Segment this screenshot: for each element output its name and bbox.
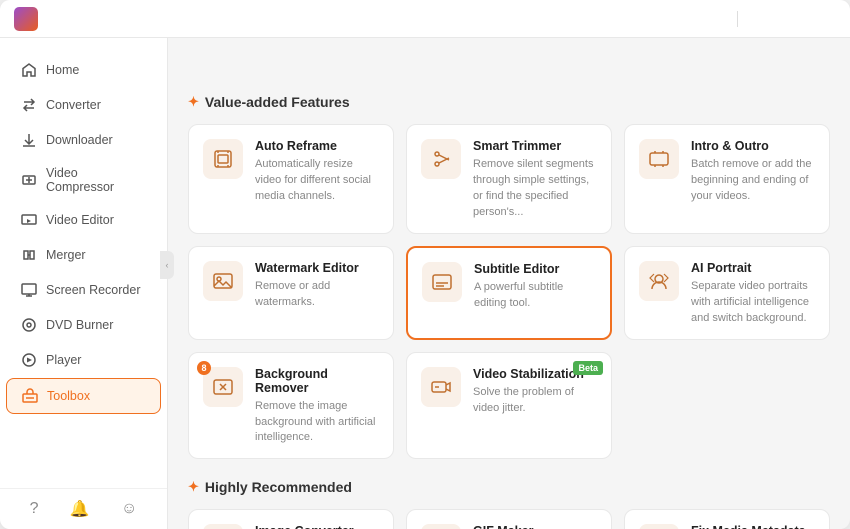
card-icon-ai-portrait <box>639 261 679 301</box>
section-star-icon: ✦ <box>188 94 199 110</box>
sidebar-bottom: ? 🔔 ☺ <box>0 488 167 529</box>
card-smart-trimmer[interactable]: Smart Trimmer Remove silent segments thr… <box>406 124 612 234</box>
app-window: Home Converter Downloader Video Compress… <box>0 0 850 529</box>
card-title-background-remover: Background Remover <box>255 367 379 395</box>
nav-label-video-editor: Video Editor <box>46 213 114 227</box>
app-logo <box>14 7 38 31</box>
downloader-nav-icon <box>20 131 38 149</box>
screen-recorder-nav-icon <box>20 281 38 299</box>
help-icon[interactable]: ? <box>30 500 39 518</box>
video-compressor-nav-icon <box>20 171 38 189</box>
merger-nav-icon <box>20 246 38 264</box>
card-desc-video-stabilization: Solve the problem of video jitter. <box>473 385 597 417</box>
card-watermark-editor[interactable]: Watermark Editor Remove or add watermark… <box>188 246 394 340</box>
card-gif-maker[interactable]: GIF GIF Maker Make GIF from videos or pi… <box>406 509 612 529</box>
toolbox-nav-icon <box>21 387 39 405</box>
card-title-auto-reframe: Auto Reframe <box>255 139 379 153</box>
card-desc-intro-outro: Batch remove or add the beginning and en… <box>691 157 815 205</box>
nav-label-player: Player <box>46 353 81 367</box>
nav-label-merger: Merger <box>46 248 86 262</box>
section-star-icon: ✦ <box>188 479 199 495</box>
sidebar-item-home[interactable]: Home <box>6 53 161 87</box>
card-title-watermark-editor: Watermark Editor <box>255 261 379 275</box>
card-icon-image-converter <box>203 524 243 529</box>
sidebar-item-video-compressor[interactable]: Video Compressor <box>6 158 161 202</box>
feature-grid-highly-recommended: Image Converter Convert images to other … <box>188 509 830 529</box>
window-body: Home Converter Downloader Video Compress… <box>0 38 850 529</box>
card-image-converter[interactable]: Image Converter Convert images to other … <box>188 509 394 529</box>
card-desc-watermark-editor: Remove or add watermarks. <box>255 279 379 311</box>
sidebar-item-dvd-burner[interactable]: DVD Burner <box>6 308 161 342</box>
card-desc-auto-reframe: Automatically resize video for different… <box>255 157 379 205</box>
card-icon-auto-reframe <box>203 139 243 179</box>
card-title-intro-outro: Intro & Outro <box>691 139 815 153</box>
window-titlebar <box>0 0 850 38</box>
sidebar: Home Converter Downloader Video Compress… <box>0 38 168 529</box>
nav-items: Home Converter Downloader Video Compress… <box>0 46 167 488</box>
section-title-value-added: ✦Value-added Features <box>188 94 830 110</box>
card-title-smart-trimmer: Smart Trimmer <box>473 139 597 153</box>
sidebar-item-merger[interactable]: Merger <box>6 238 161 272</box>
card-desc-subtitle-editor: A powerful subtitle editing tool. <box>474 280 596 312</box>
card-background-remover[interactable]: 8 Background Remover Remove the image ba… <box>188 352 394 460</box>
card-auto-reframe[interactable]: Auto Reframe Automatically resize video … <box>188 124 394 234</box>
sidebar-item-player[interactable]: Player <box>6 343 161 377</box>
section-value-added: ✦Value-added Features Auto Reframe Autom… <box>188 94 830 459</box>
alerts-icon[interactable]: 🔔 <box>70 499 90 519</box>
home-nav-icon <box>20 61 38 79</box>
beta-badge: Beta <box>573 361 603 375</box>
sidebar-item-converter[interactable]: Converter <box>6 88 161 122</box>
notification-dot: 8 <box>197 361 211 375</box>
feature-grid-value-added: Auto Reframe Automatically resize video … <box>188 124 830 459</box>
nav-label-converter: Converter <box>46 98 101 112</box>
dvd-burner-nav-icon <box>20 316 38 334</box>
card-desc-smart-trimmer: Remove silent segments through simple se… <box>473 157 597 221</box>
sidebar-item-toolbox[interactable]: Toolbox <box>6 378 161 414</box>
card-icon-watermark-editor <box>203 261 243 301</box>
card-title-subtitle-editor: Subtitle Editor <box>474 262 596 276</box>
section-title-highly-recommended: ✦Highly Recommended <box>188 479 830 495</box>
card-intro-outro[interactable]: Intro & Outro Batch remove or add the be… <box>624 124 830 234</box>
card-ai-portrait[interactable]: AI Portrait Separate video portraits wit… <box>624 246 830 340</box>
card-title-image-converter: Image Converter <box>255 524 379 529</box>
video-editor-nav-icon <box>20 211 38 229</box>
sidebar-item-downloader[interactable]: Downloader <box>6 123 161 157</box>
card-icon-fix-media-metadata <box>639 524 679 529</box>
player-nav-icon <box>20 351 38 369</box>
card-icon-smart-trimmer <box>421 139 461 179</box>
card-video-stabilization[interactable]: Beta Video Stabilization Solve the probl… <box>406 352 612 460</box>
card-icon-intro-outro <box>639 139 679 179</box>
divider <box>737 11 738 27</box>
card-subtitle-editor[interactable]: Subtitle Editor A powerful subtitle edit… <box>406 246 612 340</box>
nav-label-screen-recorder: Screen Recorder <box>46 283 141 297</box>
converter-nav-icon <box>20 96 38 114</box>
card-icon-video-stabilization <box>421 367 461 407</box>
card-desc-ai-portrait: Separate video portraits with artificial… <box>691 279 815 327</box>
card-icon-subtitle-editor <box>422 262 462 302</box>
nav-label-dvd-burner: DVD Burner <box>46 318 113 332</box>
nav-label-downloader: Downloader <box>46 133 113 147</box>
sidebar-item-video-editor[interactable]: Video Editor <box>6 203 161 237</box>
card-title-ai-portrait: AI Portrait <box>691 261 815 275</box>
content-area: ✦Value-added Features Auto Reframe Autom… <box>168 76 850 529</box>
section-highly-recommended: ✦Highly Recommended Image Converter Conv… <box>188 479 830 529</box>
card-title-gif-maker: GIF Maker <box>473 524 597 529</box>
main-content: ✦Value-added Features Auto Reframe Autom… <box>168 38 850 529</box>
sidebar-item-screen-recorder[interactable]: Screen Recorder <box>6 273 161 307</box>
nav-label-video-compressor: Video Compressor <box>46 166 147 194</box>
sidebar-collapse-handle[interactable]: ‹ <box>160 251 174 279</box>
feedback-icon[interactable]: ☺ <box>121 500 137 518</box>
card-fix-media-metadata[interactable]: Fix Media Metadata Auto-fix and edit med… <box>624 509 830 529</box>
nav-label-toolbox: Toolbox <box>47 389 90 403</box>
card-desc-background-remover: Remove the image background with artific… <box>255 399 379 447</box>
card-icon-gif-maker: GIF <box>421 524 461 529</box>
nav-label-home: Home <box>46 63 79 77</box>
card-title-fix-media-metadata: Fix Media Metadata <box>691 524 815 529</box>
